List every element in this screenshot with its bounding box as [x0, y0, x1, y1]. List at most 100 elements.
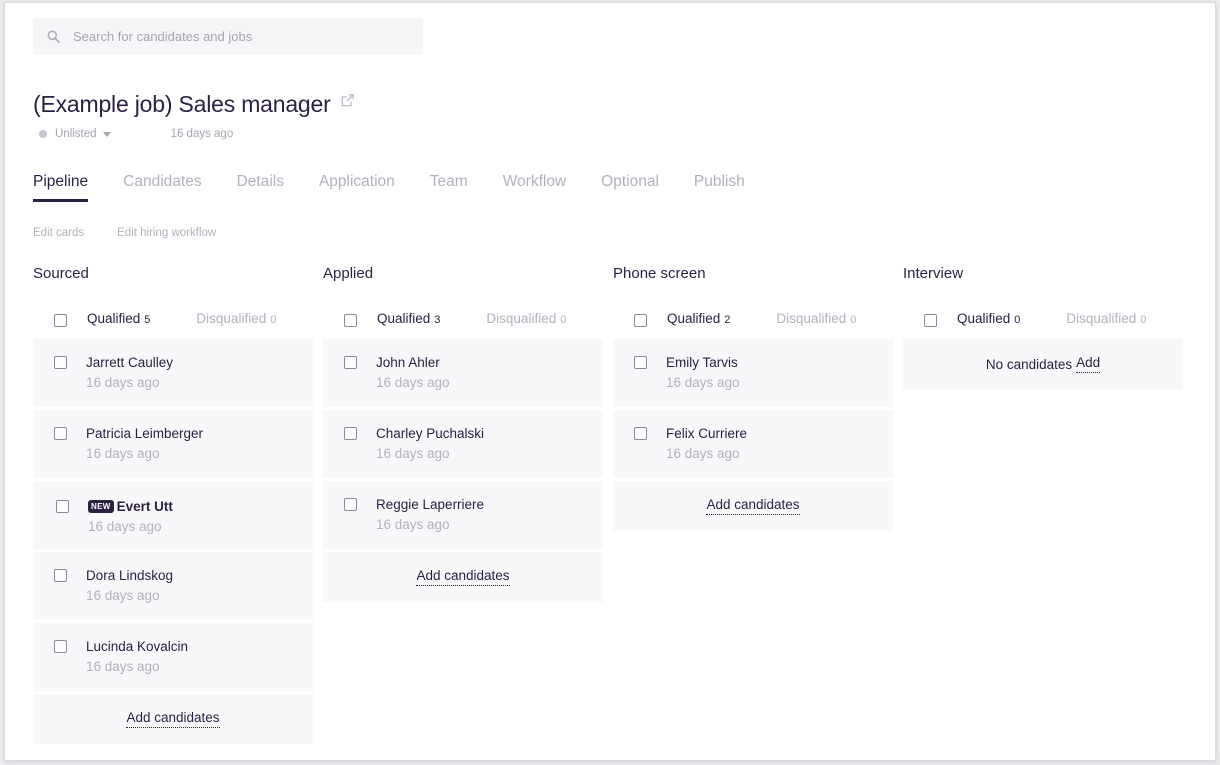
app-window: (Example job) Sales manager Unlisted 16 … [4, 2, 1216, 761]
empty-stage: No candidates Add [903, 339, 1183, 389]
candidate-time: 16 days ago [376, 517, 450, 532]
candidate-name[interactable]: Reggie Laperriere [376, 497, 484, 512]
edit-cards-link[interactable]: Edit cards [33, 227, 84, 239]
stage-filter-row: Qualified 5 Disqualified 0 [33, 300, 313, 336]
status-dropdown[interactable]: Unlisted [39, 128, 111, 140]
stage-title: Interview [903, 265, 964, 282]
stage-title: Applied [323, 265, 374, 282]
candidate-card[interactable]: Jarrett Caulley 16 days ago [33, 339, 313, 407]
add-candidates-button[interactable]: Add candidates [126, 710, 220, 728]
job-header: (Example job) Sales manager [33, 91, 355, 118]
tab-workflow[interactable]: Workflow [503, 173, 566, 202]
stage-title: Sourced [33, 265, 89, 282]
stage-column-interview: Interview Qualified 0 Disqualified 0 No ca… [903, 265, 1183, 389]
disqualified-count: 0 [1140, 313, 1147, 326]
tab-details[interactable]: Details [237, 173, 284, 202]
candidate-name[interactable]: Charley Puchalski [376, 426, 484, 441]
select-all-checkbox[interactable] [54, 313, 67, 327]
tab-optional[interactable]: Optional [601, 173, 659, 202]
edit-workflow-link[interactable]: Edit hiring workflow [117, 227, 216, 239]
qualified-filter[interactable]: Qualified 2 [667, 311, 730, 326]
tab-bar: Pipeline Candidates Details Application … [33, 173, 780, 202]
candidate-time: 16 days ago [88, 519, 162, 534]
disqualified-filter[interactable]: Disqualified 0 [1066, 311, 1146, 326]
candidate-card[interactable]: Dora Lindskog 16 days ago [33, 552, 313, 620]
candidate-name[interactable]: Dora Lindskog [86, 568, 173, 583]
select-all-checkbox[interactable] [924, 313, 937, 327]
disqualified-filter[interactable]: Disqualified 0 [486, 311, 566, 326]
tab-team[interactable]: Team [430, 173, 468, 202]
tab-candidates[interactable]: Candidates [123, 173, 201, 202]
candidate-checkbox[interactable] [344, 427, 357, 440]
candidate-name[interactable]: Patricia Leimberger [86, 426, 203, 441]
tab-publish[interactable]: Publish [694, 173, 745, 202]
add-candidates-row: Add candidates [613, 481, 893, 531]
candidate-card[interactable]: Patricia Leimberger 16 days ago [33, 410, 313, 478]
candidate-time: 16 days ago [86, 588, 160, 603]
candidate-name-row[interactable]: NEW Evert Utt [88, 499, 173, 514]
candidate-name[interactable]: Lucinda Kovalcin [86, 639, 188, 654]
candidate-time: 16 days ago [86, 375, 160, 390]
status-dot [39, 130, 47, 138]
add-candidates-row: Add candidates [33, 694, 313, 744]
candidate-name[interactable]: John Ahler [376, 355, 440, 370]
stage-column-sourced: Sourced Qualified 5 Disqualified 0 Jarrett… [33, 265, 313, 744]
candidate-checkbox[interactable] [54, 356, 67, 369]
candidate-checkbox[interactable] [56, 500, 69, 513]
pipeline-links: Edit cards Edit hiring workflow [33, 227, 249, 239]
qualified-filter[interactable]: Qualified 0 [957, 311, 1020, 326]
disqualified-filter[interactable]: Disqualified 0 [196, 311, 276, 326]
candidate-name[interactable]: Emily Tarvis [666, 355, 738, 370]
select-all-checkbox[interactable] [634, 313, 647, 327]
candidate-time: 16 days ago [666, 446, 740, 461]
status-label: Unlisted [55, 128, 97, 140]
candidate-checkbox[interactable] [54, 640, 67, 653]
candidate-time: 16 days ago [86, 446, 160, 461]
qualified-filter[interactable]: Qualified 3 [377, 311, 440, 326]
disqualified-filter[interactable]: Disqualified 0 [776, 311, 856, 326]
tab-application[interactable]: Application [319, 173, 395, 202]
candidate-checkbox[interactable] [54, 427, 67, 440]
candidate-name[interactable]: Evert Utt [117, 499, 173, 514]
candidate-name[interactable]: Felix Curriere [666, 426, 747, 441]
candidate-card[interactable]: John Ahler 16 days ago [323, 339, 603, 407]
page-title: (Example job) Sales manager [33, 91, 331, 117]
qualified-count: 3 [434, 313, 441, 326]
add-candidates-button[interactable]: Add candidates [416, 568, 510, 586]
qualified-filter[interactable]: Qualified 5 [87, 311, 150, 326]
candidate-checkbox[interactable] [344, 498, 357, 511]
disqualified-count: 0 [270, 313, 277, 326]
qualified-count: 5 [144, 313, 151, 326]
disqualified-count: 0 [850, 313, 857, 326]
candidate-card[interactable]: Lucinda Kovalcin 16 days ago [33, 623, 313, 691]
candidate-card[interactable]: Reggie Laperriere 16 days ago [323, 481, 603, 549]
candidate-checkbox[interactable] [634, 427, 647, 440]
qualified-count: 2 [724, 313, 731, 326]
search-input[interactable] [73, 29, 413, 44]
empty-stage-text: No candidates [985, 356, 1073, 372]
stage-column-applied: Applied Qualified 3 Disqualified 0 John Ah… [323, 265, 603, 602]
candidate-name[interactable]: Jarrett Caulley [86, 355, 173, 370]
candidate-card[interactable]: Emily Tarvis 16 days ago [613, 339, 893, 407]
candidate-card[interactable]: NEW Evert Utt 16 days ago [33, 481, 313, 549]
external-link-icon[interactable] [340, 93, 355, 108]
stage-title: Phone screen [613, 265, 706, 282]
candidate-time: 16 days ago [666, 375, 740, 390]
job-meta: Unlisted 16 days ago [39, 128, 233, 140]
disqualified-count: 0 [560, 313, 567, 326]
add-candidates-row: Add candidates [323, 552, 603, 602]
candidate-checkbox[interactable] [54, 569, 67, 582]
add-candidates-button[interactable]: Add candidates [706, 497, 800, 515]
candidate-checkbox[interactable] [634, 356, 647, 369]
candidate-card[interactable]: Felix Curriere 16 days ago [613, 410, 893, 478]
select-all-checkbox[interactable] [344, 313, 357, 327]
search-icon [33, 30, 73, 43]
chevron-down-icon [102, 131, 111, 137]
add-candidates-button[interactable]: Add [1076, 355, 1101, 373]
stage-filter-row: Qualified 2 Disqualified 0 [613, 300, 893, 336]
candidate-card[interactable]: Charley Puchalski 16 days ago [323, 410, 603, 478]
tab-pipeline[interactable]: Pipeline [33, 173, 89, 202]
search-bar[interactable] [33, 18, 423, 55]
candidate-checkbox[interactable] [344, 356, 357, 369]
candidate-time: 16 days ago [376, 375, 450, 390]
